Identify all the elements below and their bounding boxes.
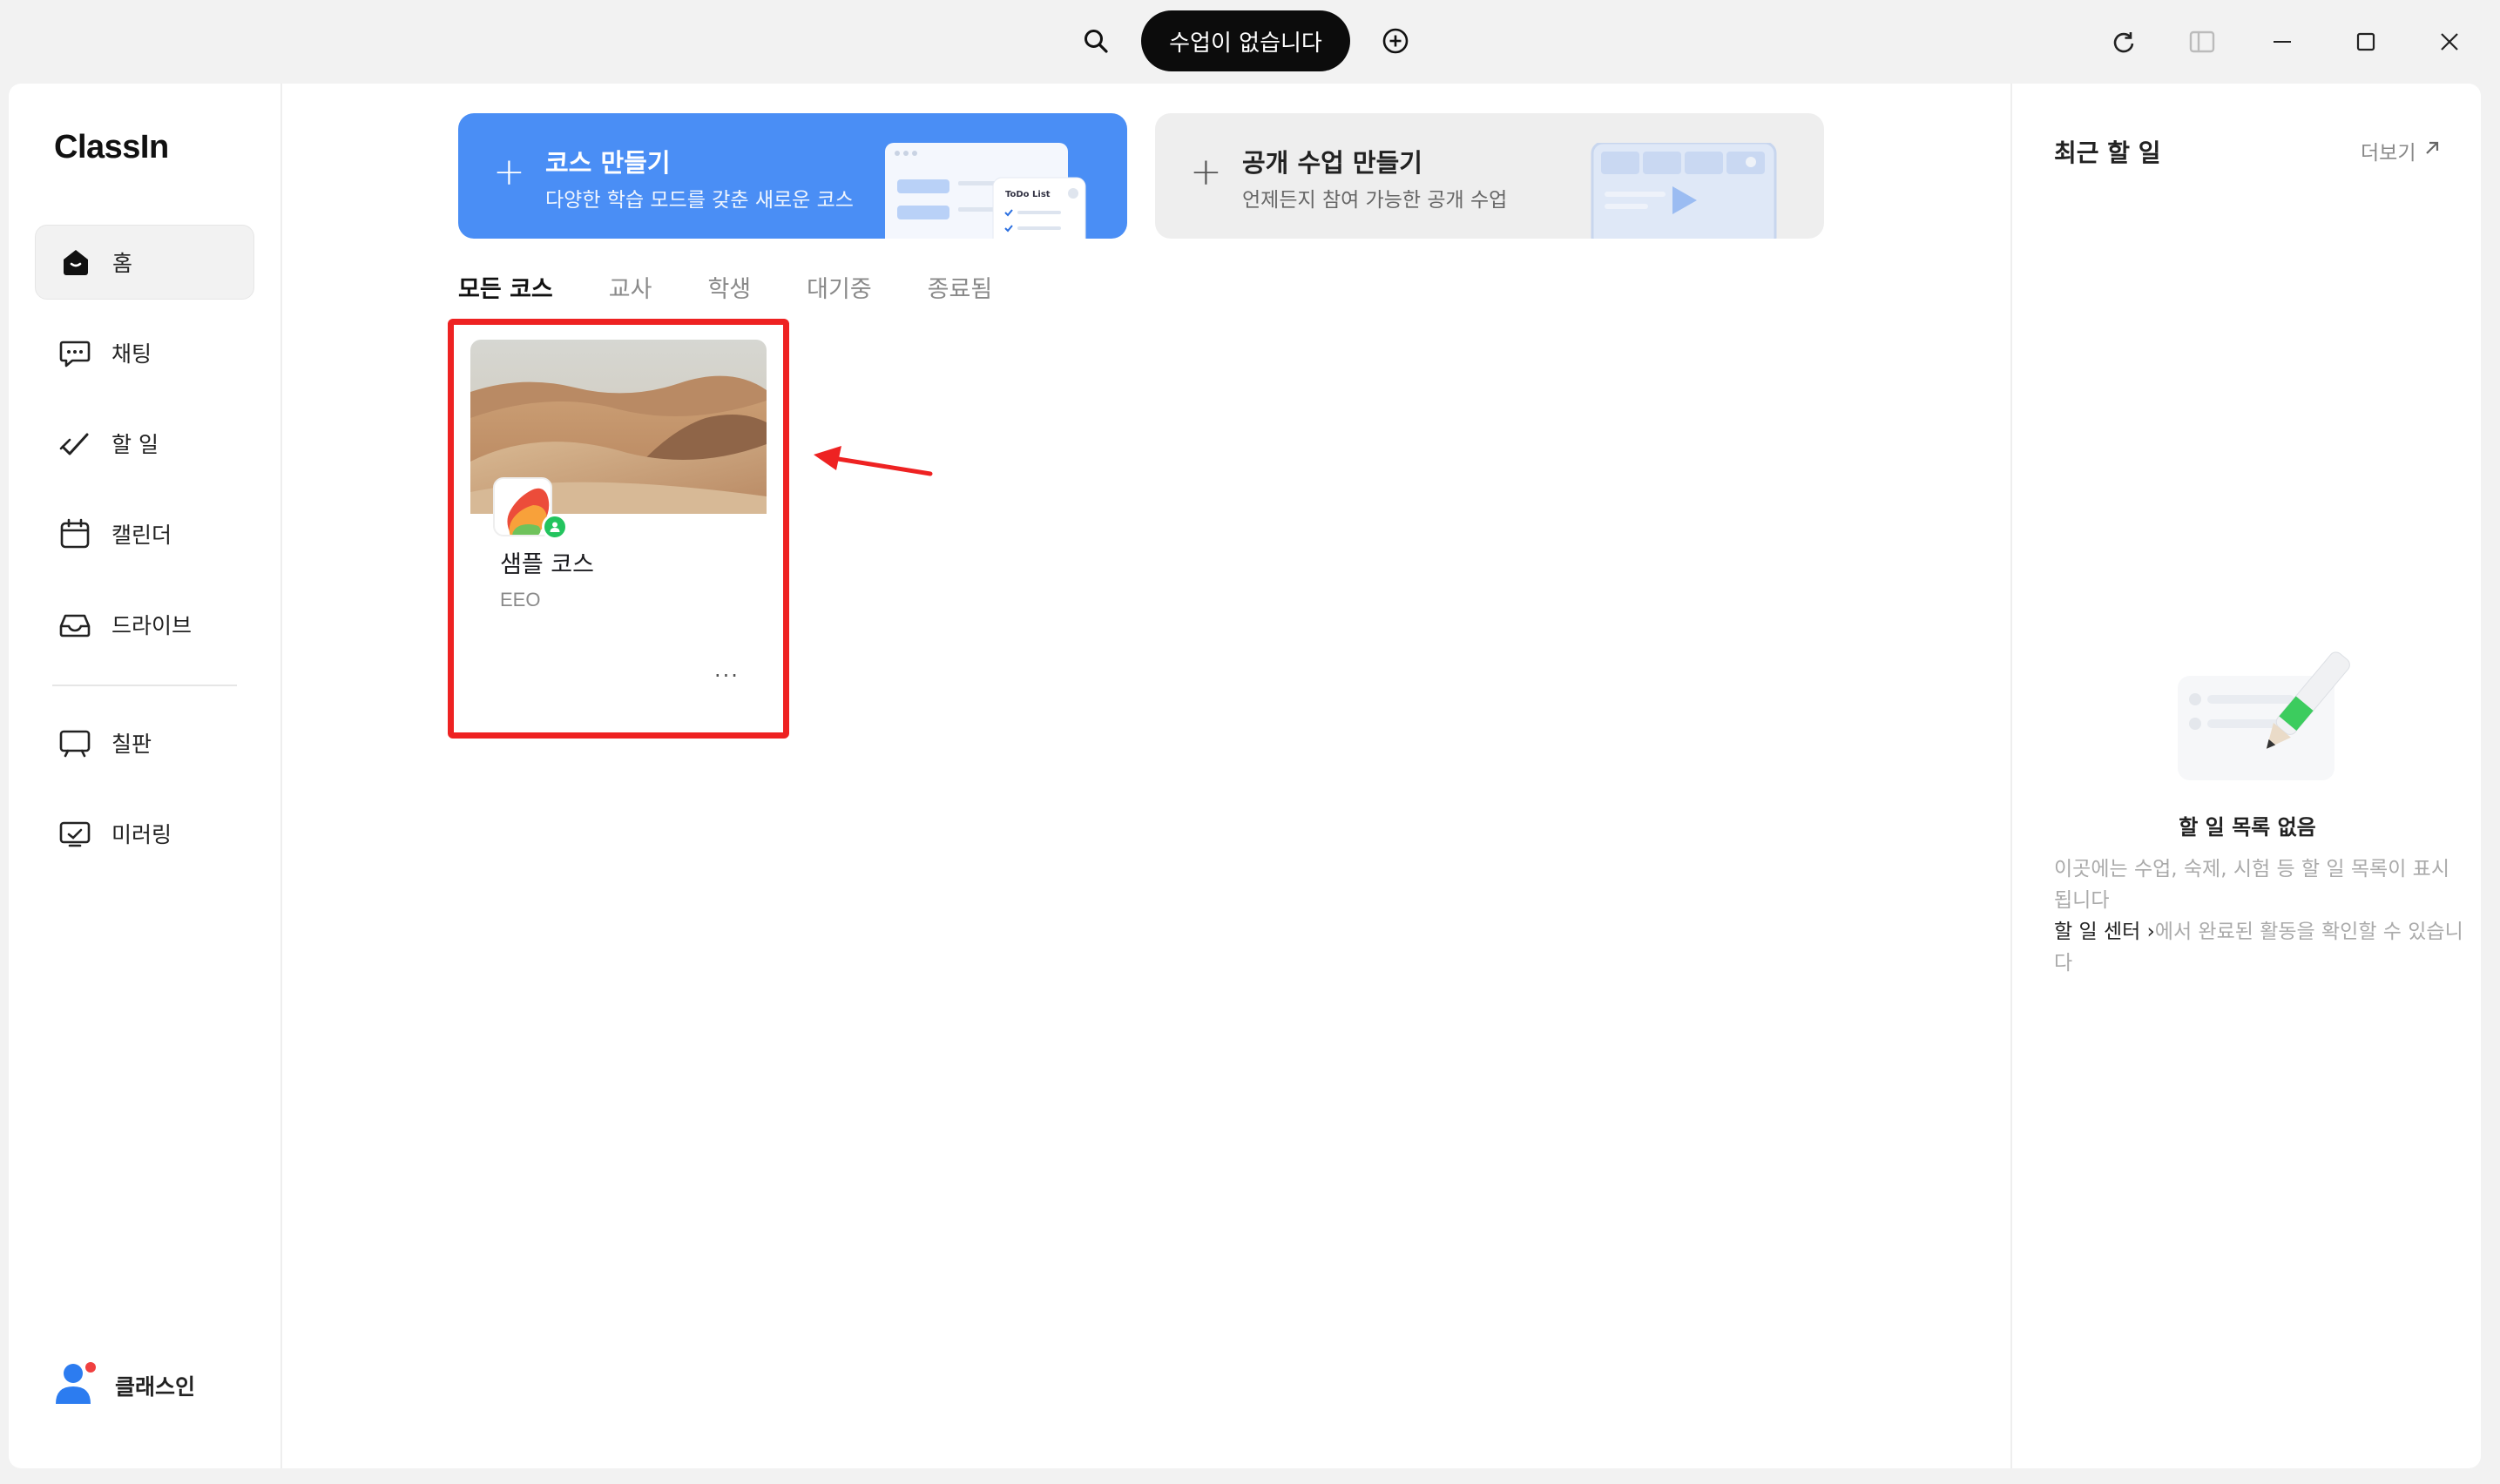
search-icon[interactable] <box>1075 20 1117 62</box>
plus-icon: + <box>493 150 525 194</box>
more-options-icon[interactable]: ··· <box>714 664 740 688</box>
calendar-icon <box>56 515 94 553</box>
arrow-up-right-icon <box>2422 138 2442 163</box>
app-logo: ClassIn <box>54 129 169 165</box>
create-public-title: 공개 수업 만들기 <box>1242 148 1422 178</box>
close-icon[interactable] <box>2429 21 2470 63</box>
tab-ended[interactable]: 종료됨 <box>928 270 993 304</box>
tab-student[interactable]: 학생 <box>707 270 751 304</box>
panel-title: 최근 할 일 <box>2054 138 2161 167</box>
sidebar-item-drive[interactable]: 드라이브 <box>35 587 254 662</box>
tab-all-courses[interactable]: 모든 코스 <box>458 270 553 304</box>
title-bar: 수업이 없습니다 <box>0 0 2500 84</box>
course-title: 샘플 코스 <box>500 551 594 578</box>
sidebar-divider <box>52 685 237 686</box>
create-course-title: 코스 만들기 <box>545 148 671 178</box>
sidebar-item-label: 칠판 <box>111 732 152 757</box>
main-window: ClassIn 홈 채팅 할 일 캘린더 드라이브 칠판 미러링 클래스인 + … <box>9 84 2481 1468</box>
lesson-status-button[interactable]: 수업이 없습니다 <box>1141 10 1350 71</box>
todo-center-label: 할 일 센터 <box>2054 921 2141 943</box>
recent-todo-panel: 최근 할 일 더보기 할 일 목록 없음 이곳에는 수업, 숙제, 시험 등 할… <box>2010 84 2481 1468</box>
empty-desc-line: 이곳에는 수업, 숙제, 시험 등 할 일 목록이 표시됩니다 <box>2054 858 2449 912</box>
view-more-link[interactable]: 더보기 <box>2361 136 2442 165</box>
avatar <box>54 1360 98 1411</box>
add-circle-icon[interactable] <box>1375 20 1416 62</box>
empty-todo-illustration <box>2178 651 2350 780</box>
empty-todo-description: 이곳에는 수업, 숙제, 시험 등 할 일 목록이 표시됩니다 할 일 센터 ›… <box>2054 853 2463 979</box>
sidebar-item-chat[interactable]: 채팅 <box>35 315 254 390</box>
chat-icon <box>56 334 94 372</box>
sidebar-item-label: 캘린더 <box>111 523 172 548</box>
drive-icon <box>56 605 94 644</box>
sidebar-toggle-icon[interactable] <box>2181 21 2223 63</box>
red-arrow-annotation <box>814 446 933 476</box>
course-illustration: ToDo List <box>885 143 1086 239</box>
chevron-right-icon: › <box>2146 921 2155 943</box>
plus-icon: + <box>1190 150 1222 194</box>
tab-teacher[interactable]: 교사 <box>609 270 652 304</box>
home-icon <box>57 243 95 281</box>
sidebar-item-label: 드라이브 <box>111 613 193 638</box>
tab-pending[interactable]: 대기중 <box>807 270 872 304</box>
public-lesson-illustration <box>1591 143 1777 239</box>
sidebar-item-label: 홈 <box>112 251 133 276</box>
mirroring-icon <box>56 814 94 853</box>
sidebar-item-label: 채팅 <box>111 341 152 367</box>
course-teacher: EEO <box>500 589 541 610</box>
sidebar-item-todo[interactable]: 할 일 <box>35 406 254 481</box>
blackboard-icon <box>56 724 94 762</box>
create-course-subtitle: 다양한 학습 모드를 갖춘 새로운 코스 <box>545 189 854 212</box>
empty-todo-title: 할 일 목록 없음 <box>2179 815 2316 840</box>
maximize-icon[interactable] <box>2345 21 2387 63</box>
create-public-lesson-button[interactable]: + 공개 수업 만들기 언제든지 참여 가능한 공개 수업 <box>1155 113 1824 239</box>
todo-center-link[interactable]: 할 일 센터 › <box>2054 921 2155 943</box>
user-name: 클래스인 <box>115 1374 196 1400</box>
member-badge-icon <box>542 514 568 540</box>
user-profile[interactable]: 클래스인 <box>54 1360 195 1411</box>
view-more-label: 더보기 <box>2361 142 2416 165</box>
sidebar-item-mirroring[interactable]: 미러링 <box>35 796 254 871</box>
refresh-icon[interactable] <box>2103 21 2145 63</box>
create-course-button[interactable]: + 코스 만들기 다양한 학습 모드를 갖춘 새로운 코스 ToDo List <box>458 113 1127 239</box>
sidebar-item-blackboard[interactable]: 칠판 <box>35 705 254 780</box>
course-card[interactable]: 샘플 코스 EEO ··· <box>470 340 767 705</box>
sidebar-item-label: 할 일 <box>111 432 159 457</box>
illus-todo-label: ToDo List <box>1005 190 1051 199</box>
minimize-icon[interactable] <box>2261 21 2303 63</box>
sidebar-item-home[interactable]: 홈 <box>35 225 254 300</box>
sidebar: ClassIn 홈 채팅 할 일 캘린더 드라이브 칠판 미러링 클래스인 <box>9 84 282 1468</box>
course-filter-tabs: 모든 코스 교사 학생 대기중 종료됨 <box>458 270 1048 304</box>
sidebar-item-calendar[interactable]: 캘린더 <box>35 496 254 571</box>
create-public-subtitle: 언제든지 참여 가능한 공개 수업 <box>1242 189 1508 212</box>
todo-icon <box>56 424 94 462</box>
lesson-status-label: 수업이 없습니다 <box>1169 30 1322 57</box>
sidebar-item-label: 미러링 <box>111 822 172 847</box>
